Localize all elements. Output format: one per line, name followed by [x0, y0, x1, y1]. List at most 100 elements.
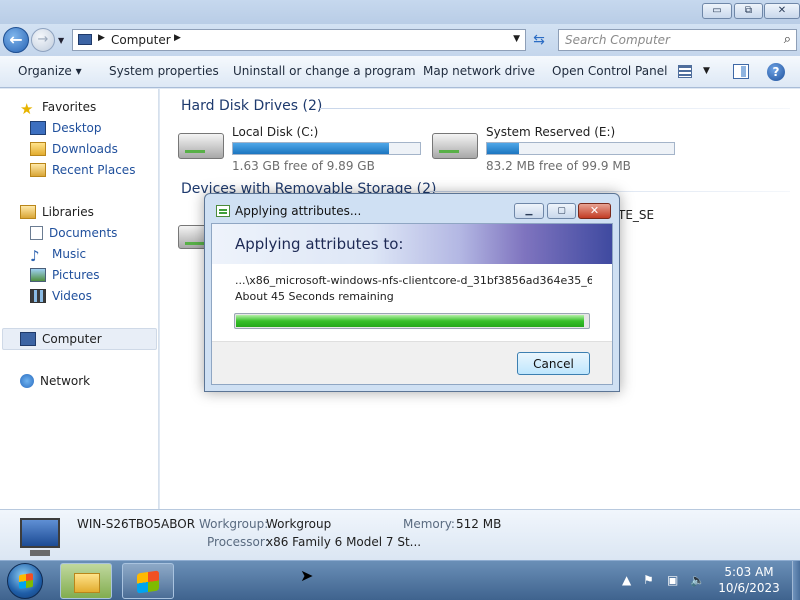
address-dropdown-icon[interactable]: ▼ — [513, 34, 520, 44]
clock-date: 10/6/2023 — [718, 581, 780, 595]
dialog-heading: Applying attributes to: — [235, 235, 404, 253]
processor-label: Processor: — [207, 535, 269, 549]
drive-name: System Reserved (E:) — [486, 125, 616, 139]
nav-desktop[interactable]: Desktop — [30, 118, 102, 138]
explorer-taskbar-button[interactable] — [60, 563, 112, 599]
view-dropdown-icon[interactable]: ▼ — [703, 66, 710, 76]
mouse-pointer-icon: ➤ — [300, 566, 314, 585]
nav-recent-places[interactable]: Recent Places — [30, 160, 135, 180]
dialog-body: Applying attributes to: ...\x86_microsof… — [211, 223, 613, 385]
nav-label: Computer — [42, 332, 102, 346]
system-clock[interactable]: 5:03 AM 10/6/2023 — [710, 564, 788, 596]
progress-fill — [236, 315, 585, 327]
film-strip-icon — [30, 289, 46, 303]
hard-drive-icon — [178, 133, 224, 159]
breadcrumb-chevron-icon[interactable]: ▶ — [98, 33, 105, 43]
close-button[interactable]: ✕ — [764, 3, 800, 19]
desktop-icon — [30, 121, 46, 135]
nav-label: Downloads — [52, 142, 118, 156]
memory-label: Memory: — [403, 517, 455, 531]
dialog-minimize-button[interactable]: ▁ — [514, 203, 544, 219]
group-divider — [320, 108, 790, 109]
uninstall-program-button[interactable]: Uninstall or change a program — [233, 64, 416, 78]
volume-muted-icon[interactable]: 🔈 — [690, 573, 705, 587]
nav-label: Favorites — [42, 100, 97, 114]
computer-icon — [20, 518, 60, 556]
applying-attributes-dialog: Applying attributes... ▁ ▢ ✕ Applying at… — [204, 193, 620, 392]
computer-name: WIN-S26TBO5ABOR — [77, 517, 196, 531]
forward-arrow-icon[interactable]: → — [31, 28, 55, 52]
search-box[interactable]: ⌕ — [558, 29, 797, 51]
refresh-icon[interactable]: ⇆ — [528, 29, 550, 51]
search-input[interactable] — [565, 31, 765, 49]
open-control-panel-button[interactable]: Open Control Panel — [552, 64, 667, 78]
system-properties-button[interactable]: System properties — [109, 64, 219, 78]
action-center-flag-icon[interactable]: ⚑ — [643, 573, 654, 587]
map-network-drive-button[interactable]: Map network drive — [423, 64, 535, 78]
address-bar[interactable]: ▶ Computer ▶ ▼ — [72, 29, 526, 51]
network-icon — [20, 374, 34, 388]
recent-pages-dropdown-icon[interactable]: ▼ — [58, 36, 64, 45]
search-icon[interactable]: ⌕ — [784, 32, 791, 47]
nav-videos[interactable]: Videos — [30, 286, 92, 306]
drive-name: Local Disk (C:) — [232, 125, 319, 139]
nav-music[interactable]: ♪ Music — [30, 244, 86, 264]
cancel-button[interactable]: Cancel — [517, 352, 590, 375]
details-pane: WIN-S26TBO5ABOR Workgroup: Workgroup Mem… — [0, 509, 800, 560]
processor-value: x86 Family 6 Model 7 St... — [266, 535, 422, 549]
drive-usage-fill — [233, 143, 390, 154]
group-header-hard-disk-drives[interactable]: Hard Disk Drives (2) — [181, 98, 322, 114]
attributes-progress-icon — [216, 205, 230, 217]
change-view-icon[interactable] — [678, 65, 692, 78]
downloads-folder-icon — [30, 142, 46, 156]
group-divider — [430, 191, 790, 192]
help-icon[interactable]: ? — [767, 63, 785, 81]
windows-taskbar-button[interactable] — [122, 563, 174, 599]
nav-downloads[interactable]: Downloads — [30, 139, 118, 159]
organize-button[interactable]: Organize ▾ — [18, 64, 82, 78]
memory-value: 512 MB — [456, 517, 502, 531]
nav-documents[interactable]: Documents — [30, 223, 117, 243]
breadcrumb-computer[interactable]: Computer — [111, 33, 171, 47]
star-icon: ★ — [20, 100, 34, 118]
network-status-icon[interactable]: ▣ — [667, 573, 678, 587]
preview-pane-icon[interactable] — [733, 64, 749, 79]
nav-label: Documents — [49, 226, 118, 240]
clock-time: 5:03 AM — [724, 565, 774, 579]
current-file-path: ...\x86_microsoft-windows-nfs-clientcore… — [235, 274, 592, 287]
documents-icon — [30, 226, 43, 240]
nav-label: Pictures — [52, 268, 100, 282]
drive-free-space: 83.2 MB free of 99.9 MB — [486, 159, 631, 173]
progress-bar — [234, 313, 590, 329]
nav-network[interactable]: Network — [20, 371, 90, 391]
nav-computer[interactable]: Computer — [20, 329, 102, 349]
nav-pictures[interactable]: Pictures — [30, 265, 100, 285]
dialog-maximize-button[interactable]: ▢ — [547, 203, 576, 219]
dialog-close-button[interactable]: ✕ — [578, 203, 611, 219]
libraries-icon — [20, 205, 36, 219]
dialog-title: Applying attributes... — [235, 204, 362, 218]
music-note-icon: ♪ — [30, 247, 40, 265]
minimize-button[interactable]: ▭ — [702, 3, 732, 19]
command-bar: Organize ▾ System properties Uninstall o… — [0, 56, 800, 88]
nav-favorites[interactable]: ★ Favorites — [20, 97, 96, 117]
drive-item[interactable]: System Reserved (E:) 83.2 MB free of 99.… — [432, 125, 692, 175]
restore-button[interactable]: ⧉ — [734, 3, 763, 19]
nav-label: Recent Places — [52, 163, 136, 177]
dialog-banner: Applying attributes to: — [212, 224, 612, 264]
show-desktop-button[interactable] — [792, 561, 800, 600]
nav-libraries[interactable]: Libraries — [20, 202, 94, 222]
drive-item[interactable]: Local Disk (C:) 1.63 GB free of 9.89 GB — [178, 125, 438, 175]
workgroup-label: Workgroup: — [199, 517, 269, 531]
computer-icon — [78, 34, 92, 45]
removable-device-label[interactable]: TE_SE — [618, 208, 654, 222]
nav-label: Libraries — [42, 205, 94, 219]
taskbar: ▲ ⚑ ▣ 🔈 5:03 AM 10/6/2023 — [0, 560, 800, 600]
drive-usage-bar — [486, 142, 675, 155]
nav-label: Desktop — [52, 121, 102, 135]
start-button[interactable] — [7, 563, 43, 599]
breadcrumb-chevron-icon[interactable]: ▶ — [174, 33, 181, 43]
drive-free-space: 1.63 GB free of 9.89 GB — [232, 159, 375, 173]
show-hidden-icons-icon[interactable]: ▲ — [622, 573, 631, 587]
back-arrow-icon[interactable]: ← — [3, 27, 29, 53]
